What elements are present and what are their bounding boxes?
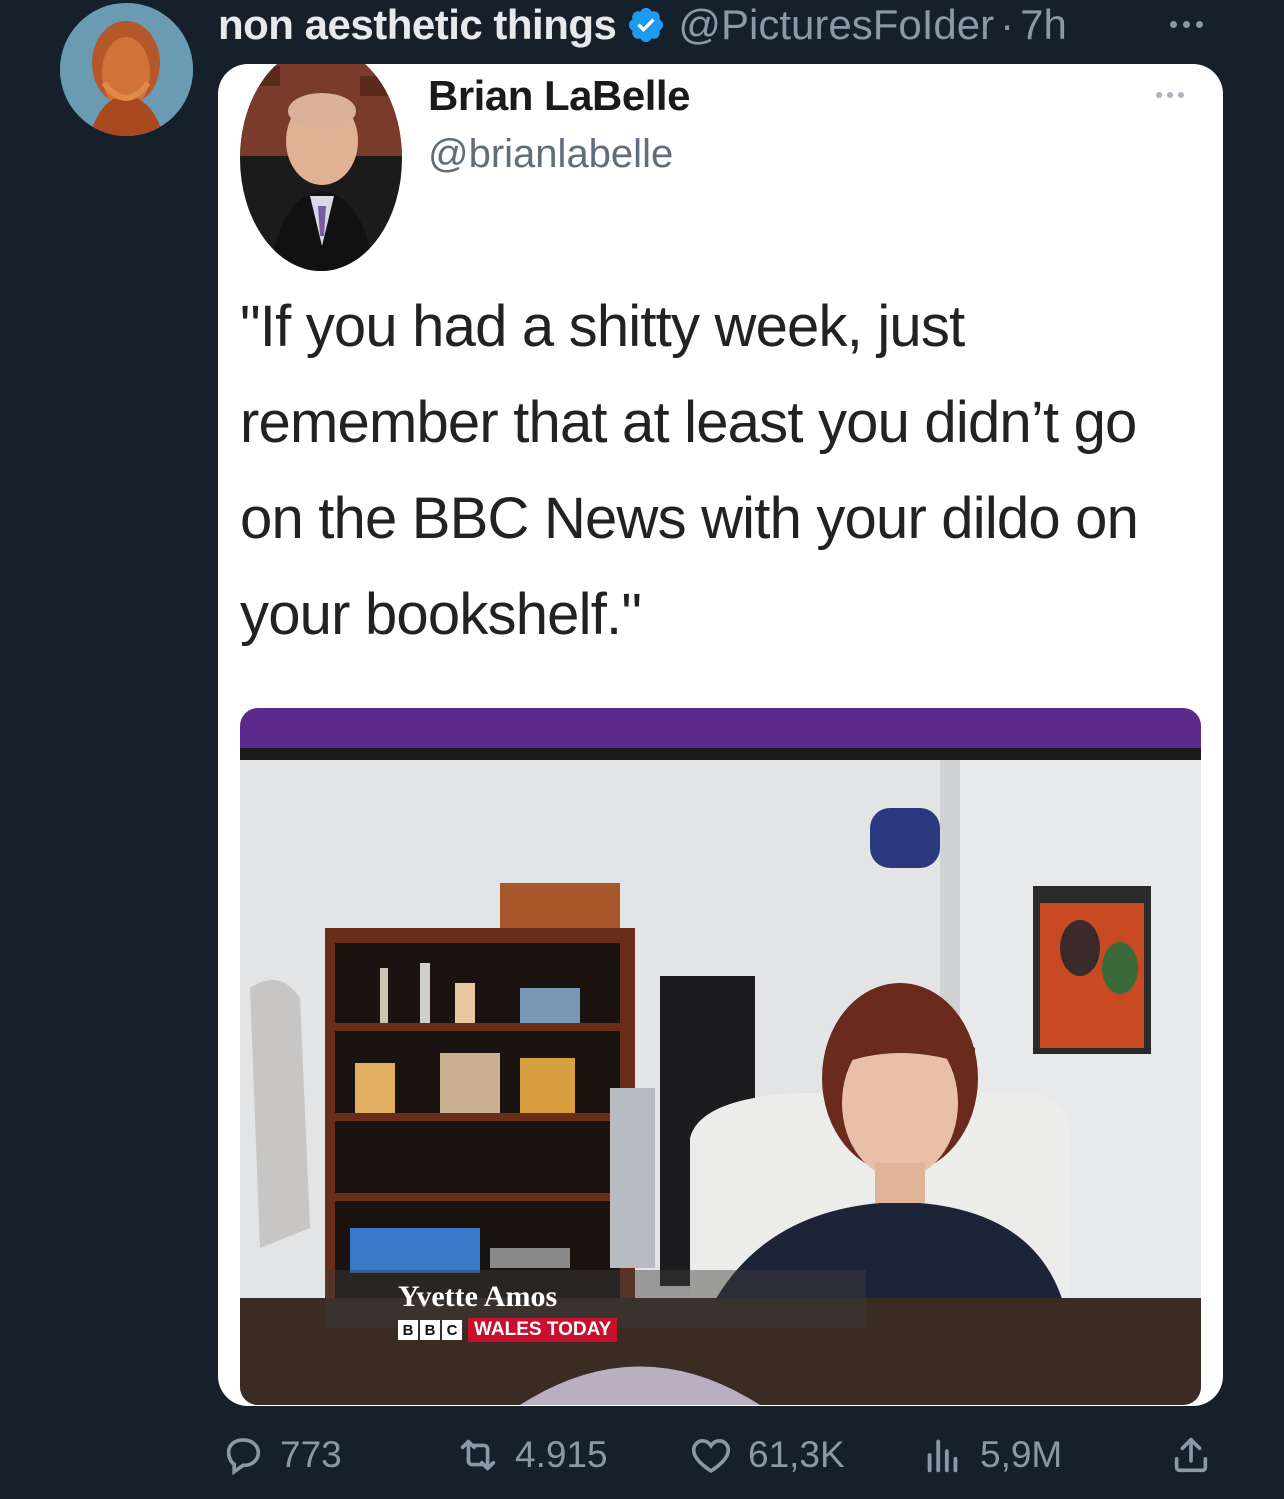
author-handle[interactable]: @PicturesFoIder <box>678 1 994 49</box>
embedded-author-name: Brian LaBelle <box>428 72 690 119</box>
separator-dot: · <box>1000 1 1015 48</box>
program-name: WALES TODAY <box>468 1318 618 1342</box>
views-chart-icon <box>927 1439 958 1473</box>
retweet-icon <box>460 1439 496 1471</box>
bbc-letter: B <box>398 1320 418 1340</box>
more-options-icon[interactable] <box>1170 14 1220 34</box>
post-time[interactable]: 7h <box>1020 1 1067 49</box>
caption-program: B B C WALES TODAY <box>398 1318 618 1342</box>
like-count: 61,3K <box>748 1434 845 1475</box>
author-name[interactable]: non aesthetic things <box>218 1 617 49</box>
bbc-letter: B <box>420 1320 440 1340</box>
retweet-button[interactable]: 4.915 <box>455 1425 608 1485</box>
retweet-count: 4.915 <box>515 1434 608 1475</box>
reply-icon <box>226 1438 261 1476</box>
embedded-tweet-text: "If you had a shitty week, just remember… <box>240 294 1139 647</box>
like-button[interactable]: 61,3K <box>688 1425 845 1485</box>
views-count: 5,9M <box>980 1434 1063 1475</box>
verified-badge-icon <box>629 7 664 43</box>
bbc-logo: B B C <box>398 1320 462 1340</box>
share-button[interactable] <box>1168 1425 1214 1485</box>
author-avatar[interactable] <box>60 3 193 136</box>
tweet-header: non aesthetic things @PicturesFoIder · 7… <box>218 0 1067 50</box>
views-button[interactable]: 5,9M <box>920 1425 1062 1485</box>
action-bar: 773 4.915 61,3K 5,9M <box>0 1425 1284 1485</box>
embedded-author-handle: @brianlabelle <box>428 132 674 176</box>
embedded-avatar <box>240 64 402 271</box>
embedded-more-icon <box>1156 92 1184 98</box>
heart-icon <box>691 1438 731 1474</box>
avatar-image <box>60 3 193 136</box>
reply-button[interactable]: 773 <box>220 1425 342 1485</box>
embedded-tweet-image[interactable]: Brian LaBelle @brianlabelle "If you had … <box>218 64 1223 1406</box>
news-photo: Yvette Amos B B C WALES TODAY <box>240 708 1201 1405</box>
share-icon <box>1174 1437 1208 1473</box>
reply-count: 773 <box>280 1434 342 1475</box>
caption-name: Yvette Amos <box>398 1280 558 1313</box>
bbc-letter: C <box>442 1320 462 1340</box>
